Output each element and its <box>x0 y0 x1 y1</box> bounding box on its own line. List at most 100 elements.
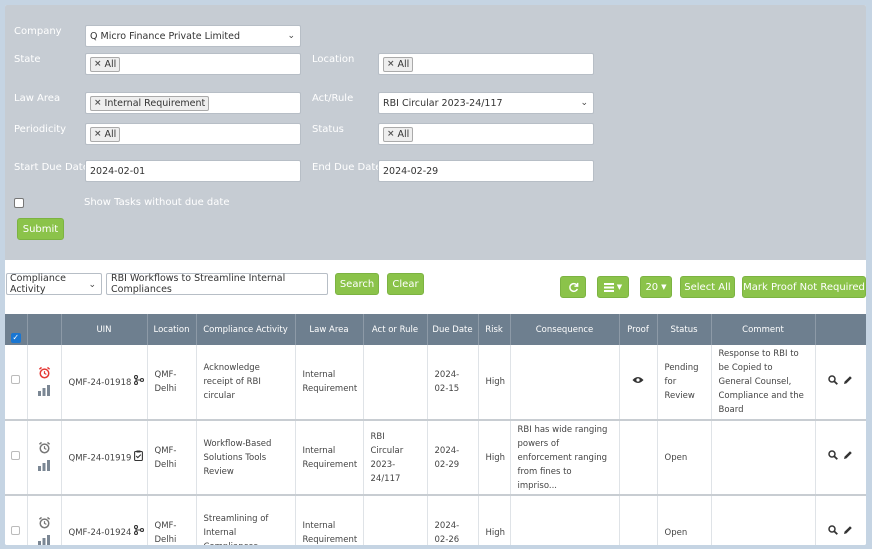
header-due-date[interactable]: Due Date <box>427 314 479 345</box>
periodicity-select[interactable]: × All <box>85 123 301 145</box>
icon-column-header <box>27 314 62 345</box>
caret-down-icon: ▼ <box>616 283 623 291</box>
zoom-icon[interactable] <box>828 374 838 385</box>
eye-icon[interactable] <box>632 376 644 384</box>
periodicity-tag[interactable]: × All <box>90 126 121 142</box>
remove-icon[interactable]: × <box>387 129 395 139</box>
edit-icon[interactable] <box>843 375 853 385</box>
status-tag[interactable]: × All <box>383 126 414 142</box>
compliance-activity-cell: Acknowledge receipt of RBI circular <box>196 345 296 421</box>
status-cell: Open <box>657 495 712 545</box>
start-due-date-input[interactable]: 2024-02-01 <box>85 160 301 182</box>
chevron-down-icon: ⌄ <box>580 98 588 108</box>
location-cell: QMF-Delhi <box>147 345 197 421</box>
select-all-button[interactable]: Select All <box>680 276 735 298</box>
row-checkbox[interactable] <box>11 450 21 460</box>
submit-button[interactable]: Submit <box>17 218 64 240</box>
consequence-cell: RBI has wide ranging powers of enforceme… <box>510 420 620 496</box>
alarm-clock-icon[interactable] <box>38 366 51 379</box>
row-checkbox-cell[interactable] <box>5 345 28 421</box>
select-all-checkbox-cell[interactable]: ✓ <box>5 314 28 345</box>
header-uin[interactable]: UIN <box>61 314 148 345</box>
zoom-icon[interactable] <box>828 450 838 460</box>
header-law-area[interactable]: Law Area <box>295 314 364 345</box>
show-without-due-label: Show Tasks without due date <box>84 197 230 208</box>
row-checkbox[interactable] <box>11 525 21 535</box>
search-input[interactable]: RBI Workflows to Streamline Internal Com… <box>106 273 328 295</box>
app-frame: Company Q Micro Finance Private Limited … <box>5 5 866 545</box>
header-compliance-activity[interactable]: Compliance Activity <box>196 314 296 345</box>
actions-cell <box>815 420 866 496</box>
search-field-value: Compliance Activity <box>10 273 66 295</box>
flow-icon[interactable] <box>134 524 145 536</box>
law-area-cell: Internal Requirement <box>295 495 364 545</box>
uin-cell: QMF-24-01924 <box>61 495 148 545</box>
due-date-cell: 2024-02-15 <box>427 345 479 421</box>
proof-cell[interactable] <box>619 345 658 421</box>
row-checkbox-cell[interactable] <box>5 495 28 545</box>
row-icons-cell <box>27 345 62 421</box>
act-rule-select[interactable]: RBI Circular 2023-24/117 ⌄ <box>378 92 594 114</box>
remove-icon[interactable]: × <box>94 98 102 108</box>
state-select[interactable]: × All <box>85 53 301 75</box>
zoom-icon[interactable] <box>828 525 838 535</box>
comment-cell <box>711 495 816 545</box>
state-tag[interactable]: × All <box>90 56 121 72</box>
list-icon <box>603 282 614 292</box>
risk-bars-icon <box>38 384 50 396</box>
column-toggle-button[interactable]: ▼ <box>597 276 629 298</box>
status-select[interactable]: × All <box>378 123 594 145</box>
edit-icon[interactable] <box>843 450 853 460</box>
header-location[interactable]: Location <box>147 314 197 345</box>
status-label: Status <box>312 124 344 135</box>
location-tag-label: All <box>397 58 410 70</box>
alarm-clock-icon[interactable] <box>38 441 51 454</box>
clear-button[interactable]: Clear <box>387 273 424 295</box>
header-status[interactable]: Status <box>657 314 712 345</box>
table-row[interactable]: QMF-24-01918 QMF-Delhi Acknowledge recei… <box>5 345 866 421</box>
law-area-tag[interactable]: × Internal Requirement <box>90 95 210 111</box>
table-row[interactable]: QMF-24-01919 QMF-Delhi Workflow-Based So… <box>5 420 866 496</box>
row-checkbox[interactable] <box>11 375 21 384</box>
mark-proof-not-required-button[interactable]: Mark Proof Not Required <box>742 276 866 298</box>
company-select[interactable]: Q Micro Finance Private Limited ⌄ <box>85 25 301 47</box>
proof-cell <box>619 420 658 496</box>
compliance-activity-cell: Workflow-Based Solutions Tools Review <box>196 420 296 496</box>
uin-value: QMF-24-01918 <box>68 377 132 388</box>
location-select[interactable]: × All <box>378 53 594 75</box>
remove-icon[interactable]: × <box>387 59 395 69</box>
compliance-table: ✓ UIN Location Compliance Activity Law A… <box>5 314 866 545</box>
search-button[interactable]: Search <box>335 273 379 295</box>
header-checkbox[interactable]: ✓ <box>10 333 21 343</box>
location-tag[interactable]: × All <box>383 56 414 72</box>
law-area-select[interactable]: × Internal Requirement <box>85 92 301 114</box>
periodicity-label: Periodicity <box>14 124 67 135</box>
page-size-button[interactable]: 20 ▼ <box>640 276 672 298</box>
table-row[interactable]: QMF-24-01924 QMF-Delhi Streamlining of I… <box>5 495 866 545</box>
clipboard-icon[interactable] <box>134 450 144 461</box>
chevron-down-icon: ⌄ <box>287 31 295 41</box>
remove-icon[interactable]: × <box>94 59 102 69</box>
end-due-date-input[interactable]: 2024-02-29 <box>378 160 594 182</box>
row-icons-cell <box>27 420 62 496</box>
header-consequence[interactable]: Consequence <box>510 314 620 345</box>
consequence-cell <box>510 345 620 421</box>
act-rule-label: Act/Rule <box>312 93 354 104</box>
flow-icon[interactable] <box>134 374 145 385</box>
edit-icon[interactable] <box>843 525 853 535</box>
header-comment[interactable]: Comment <box>711 314 816 345</box>
show-without-due-checkbox[interactable] <box>14 198 24 208</box>
header-act-or-rule[interactable]: Act or Rule <box>363 314 428 345</box>
row-checkbox-cell[interactable] <box>5 420 28 496</box>
uin-cell: QMF-24-01919 <box>61 420 148 496</box>
filter-panel: Company Q Micro Finance Private Limited … <box>5 5 866 260</box>
status-tag-label: All <box>397 128 410 140</box>
status-cell: Pending for Review <box>657 345 712 421</box>
caret-down-icon: ▼ <box>661 283 667 291</box>
header-risk[interactable]: Risk <box>478 314 511 345</box>
refresh-button[interactable] <box>560 276 586 298</box>
remove-icon[interactable]: × <box>94 129 102 139</box>
alarm-clock-icon[interactable] <box>38 516 51 529</box>
header-proof[interactable]: Proof <box>619 314 658 345</box>
search-field-select[interactable]: Compliance Activity ⌄ <box>6 273 102 295</box>
